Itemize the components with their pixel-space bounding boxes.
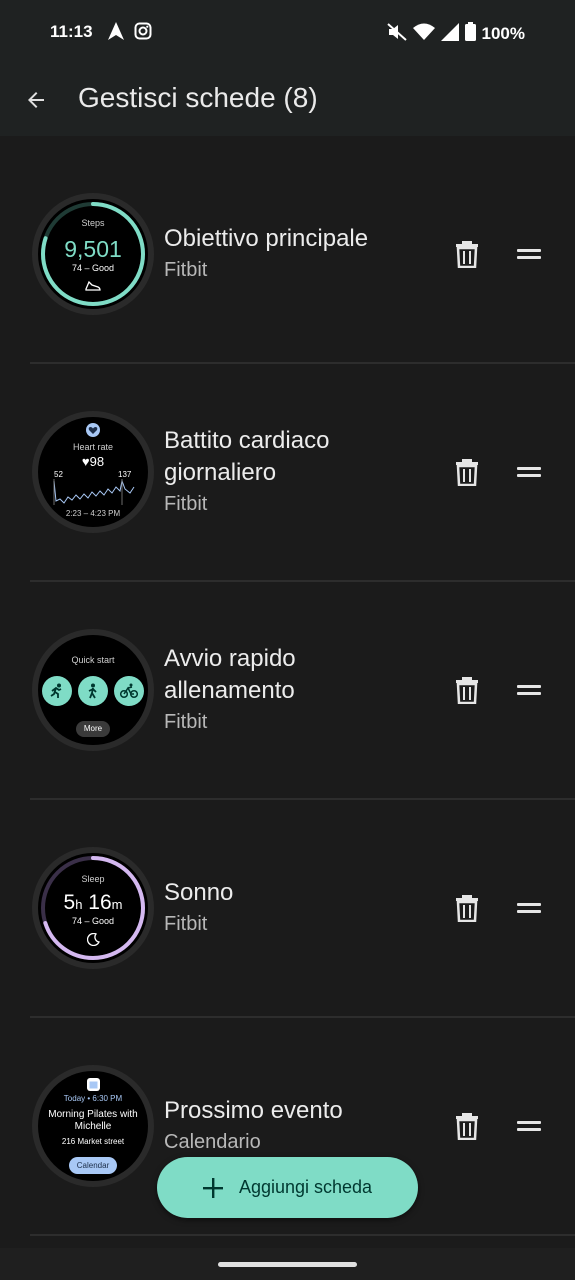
heart-rate-graph: [53, 479, 135, 505]
mute-icon: [386, 22, 407, 46]
moon-icon: [87, 933, 100, 946]
plus-icon: [202, 1177, 223, 1198]
tile-subtitle: Fitbit: [164, 913, 208, 935]
trash-icon: [456, 459, 478, 487]
sleep-label: Sleep: [81, 874, 105, 884]
instagram-icon: [134, 22, 152, 45]
app-bar: Gestisci schede (8): [0, 64, 575, 136]
quick-start-label: Quick start: [71, 655, 115, 665]
tile-preview-quick-start: Quick start More: [32, 629, 154, 751]
page-title: Gestisci schede (8): [78, 82, 318, 113]
delete-button[interactable]: [454, 1112, 480, 1141]
trash-icon: [456, 1113, 478, 1141]
tile-row-steps[interactable]: Steps 9,501 74 – Good Obiettivo principa…: [0, 136, 575, 364]
navigation-bar: [0, 1248, 575, 1280]
heart-badge-icon: [86, 423, 100, 437]
tile-title: Prossimo evento: [164, 1097, 343, 1124]
tile-title: Battito cardiaco giornaliero: [164, 427, 330, 486]
steps-detail: 74 – Good: [71, 263, 115, 273]
steps-label: Steps: [81, 218, 105, 228]
calendar-chip: Calendar: [69, 1157, 117, 1174]
calendar-badge-icon: [87, 1078, 100, 1091]
delete-button[interactable]: [454, 894, 480, 923]
event-title: Morning Pilates with Michelle: [48, 1109, 138, 1132]
battery-icon: [464, 22, 476, 46]
trash-icon: [456, 895, 478, 923]
tile-preview-calendar: Today • 6:30 PM Morning Pilates with Mic…: [32, 1065, 154, 1187]
navigation-icon: [108, 22, 124, 45]
event-place: 216 Market street: [61, 1137, 125, 1146]
tile-title: Avvio rapido allenamento: [164, 645, 296, 704]
tile-preview-sleep: Sleep 5h 16m 74 – Good: [32, 847, 154, 969]
trash-icon: [456, 677, 478, 705]
tile-subtitle: Fitbit: [164, 259, 208, 281]
walk-icon: [78, 676, 108, 706]
heart-rate-range: 2:23 – 4:23 PM: [65, 509, 121, 518]
bike-icon: [114, 676, 144, 706]
tile-row-quick-start[interactable]: Quick start More Avvio rapido allenament…: [0, 572, 575, 800]
drag-handle-icon[interactable]: [517, 467, 541, 479]
add-tile-label: Aggiungi scheda: [238, 1177, 373, 1197]
add-tile-button[interactable]: Aggiungi scheda: [157, 1157, 418, 1218]
tile-subtitle: Fitbit: [164, 493, 208, 515]
tile-row-sleep[interactable]: Sleep 5h 16m 74 – Good Sonno Fitbit: [0, 790, 575, 1018]
battery-percent: 100%: [481, 24, 525, 43]
delete-button[interactable]: [454, 676, 480, 705]
signal-icon: [440, 22, 459, 46]
tile-subtitle: Calendario: [164, 1131, 261, 1153]
tile-title: Obiettivo principale: [164, 225, 369, 252]
drag-handle-icon[interactable]: [517, 249, 541, 261]
delete-button[interactable]: [454, 458, 480, 487]
event-when: Today • 6:30 PM: [63, 1094, 123, 1103]
drag-handle-icon[interactable]: [517, 903, 541, 915]
more-chip: More: [76, 721, 110, 737]
status-time: 11:13: [50, 22, 93, 41]
status-bar: 11:13 100%: [0, 0, 575, 64]
drag-handle-icon[interactable]: [517, 685, 541, 697]
sleep-duration: 5h 16m: [63, 891, 123, 914]
trash-icon: [456, 241, 478, 269]
run-icon: [42, 676, 72, 706]
home-handle[interactable]: [218, 1262, 357, 1267]
sleep-detail: 74 – Good: [71, 916, 115, 926]
wifi-icon: [412, 23, 435, 46]
delete-button[interactable]: [454, 240, 480, 269]
tile-preview-steps: Steps 9,501 74 – Good: [32, 193, 154, 315]
tile-preview-heart-rate: Heart rate ♥98 52 137 2:23 – 4:23 PM: [32, 411, 154, 533]
heart-rate-label: Heart rate: [72, 442, 114, 452]
heart-rate-value: ♥98: [81, 454, 105, 469]
steps-value: 9,501: [64, 236, 122, 262]
divider: [30, 1234, 575, 1236]
shoe-icon: [85, 280, 101, 291]
drag-handle-icon[interactable]: [517, 1121, 541, 1133]
tile-title: Sonno: [164, 879, 234, 906]
tiles-list: Steps 9,501 74 – Good Obiettivo principa…: [0, 136, 575, 1248]
back-button[interactable]: [20, 84, 52, 116]
arrow-back-icon: [28, 92, 44, 108]
tile-row-heart-rate[interactable]: Heart rate ♥98 52 137 2:23 – 4:23 PM Bat…: [0, 354, 575, 582]
tile-subtitle: Fitbit: [164, 711, 208, 733]
